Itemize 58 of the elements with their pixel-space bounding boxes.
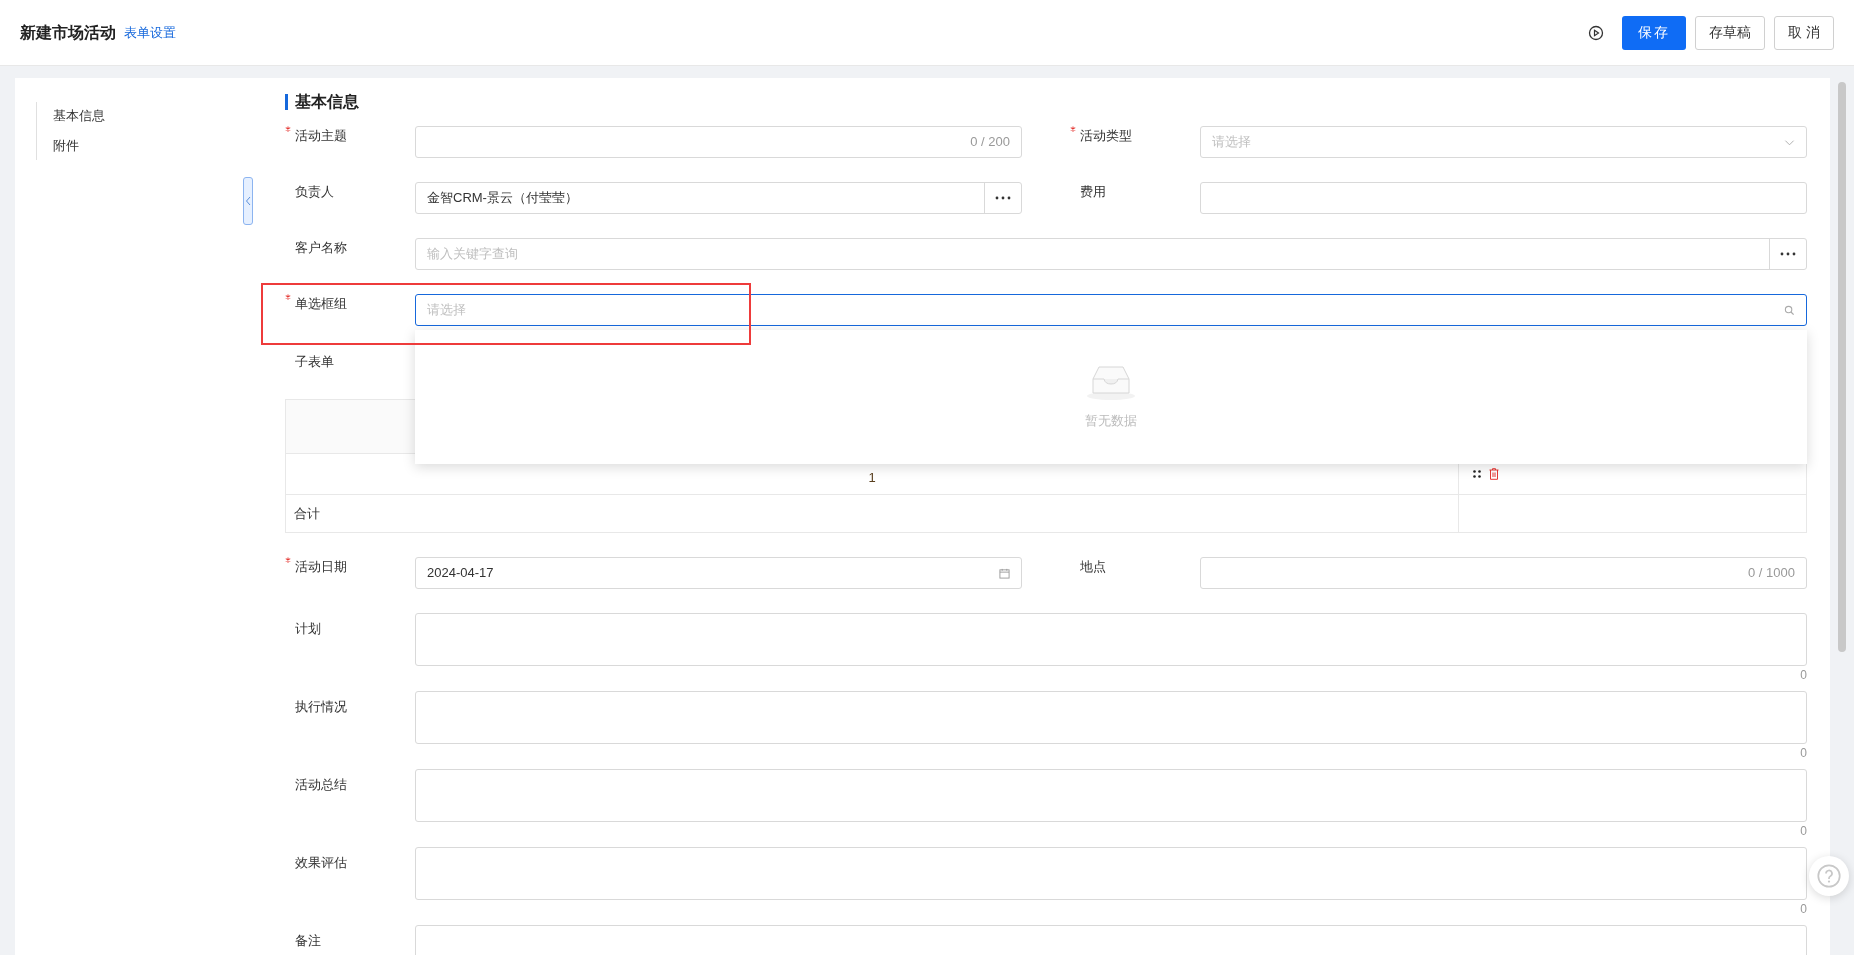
input-field[interactable] (1200, 182, 1807, 214)
text-area[interactable] (415, 847, 1807, 900)
action-button[interactable]: 取 消 (1774, 15, 1834, 50)
page-title: 新建市场活动 (20, 22, 116, 43)
date-field[interactable]: 2024-04-17 (415, 557, 1022, 589)
field-label: 活动总结 (295, 776, 347, 794)
field-label: 活动日期 (295, 558, 347, 576)
calendar-icon (999, 567, 1010, 579)
section-marker (285, 94, 288, 110)
floating-help-button[interactable] (1809, 856, 1849, 896)
play-circle-icon[interactable] (1588, 24, 1605, 41)
help-icon (1817, 864, 1841, 888)
char-counter: 0 / 200 (970, 133, 1010, 152)
field-label: 效果评估 (295, 854, 347, 872)
placeholder-text: 请选择 (1212, 133, 1252, 152)
field-label: 活动类型 (1080, 127, 1132, 145)
text-area[interactable] (415, 613, 1807, 666)
chevron-left-icon (245, 196, 251, 206)
more-icon[interactable] (995, 196, 1011, 200)
field-label: 客户名称 (295, 239, 347, 257)
total-label: 合计 (294, 504, 320, 523)
field-label: 地点 (1080, 558, 1106, 576)
field-label: 计划 (295, 620, 321, 638)
field-label: 执行情况 (295, 698, 347, 716)
placeholder-text: 请选择 (427, 301, 467, 320)
nav-item[interactable]: 附件 (53, 134, 252, 158)
delete-icon[interactable] (1489, 468, 1499, 480)
picker-field[interactable]: 金智CRM-景云（付莹莹） (415, 182, 1022, 214)
save-button[interactable]: 保存 (1622, 15, 1687, 50)
field-value: 金智CRM-景云（付莹莹） (426, 189, 579, 208)
char-counter: 0 (1800, 667, 1807, 684)
input-field[interactable]: 0 / 1000 (1200, 557, 1807, 589)
char-counter: 0 (1800, 823, 1807, 840)
scrollbar[interactable] (1838, 82, 1846, 652)
form-settings-link[interactable]: 表单设置 (124, 22, 176, 43)
field-value: 2024-04-17 (427, 564, 495, 583)
field-label: 费用 (1080, 183, 1106, 201)
action-button[interactable]: 存草稿 (1695, 15, 1766, 50)
drag-handle-icon[interactable] (1473, 470, 1481, 478)
section-title: 基本信息 (295, 92, 359, 112)
char-counter: 0 (1800, 901, 1807, 918)
field-label: 备注 (295, 932, 321, 950)
char-counter: 0 / 1000 (1748, 564, 1795, 583)
input-field[interactable]: 0 / 200 (415, 126, 1022, 158)
field-label: 负责人 (295, 183, 334, 201)
field-label: 活动主题 (295, 127, 347, 145)
search-icon (1784, 304, 1795, 316)
text-area[interactable] (415, 691, 1807, 744)
nav-item[interactable]: 基本信息 (53, 104, 252, 128)
field-label: 子表单 (295, 353, 334, 371)
placeholder-text: 输入关键字查询 (426, 245, 519, 264)
collapse-handle[interactable] (243, 177, 253, 225)
empty-state-text: 暂无数据 (1085, 412, 1137, 431)
more-icon[interactable] (1780, 252, 1796, 256)
char-counter: 0 (1800, 745, 1807, 762)
field-label: 单选框组 (295, 295, 347, 313)
text-area[interactable] (415, 769, 1807, 822)
empty-inbox-icon (1085, 363, 1137, 402)
